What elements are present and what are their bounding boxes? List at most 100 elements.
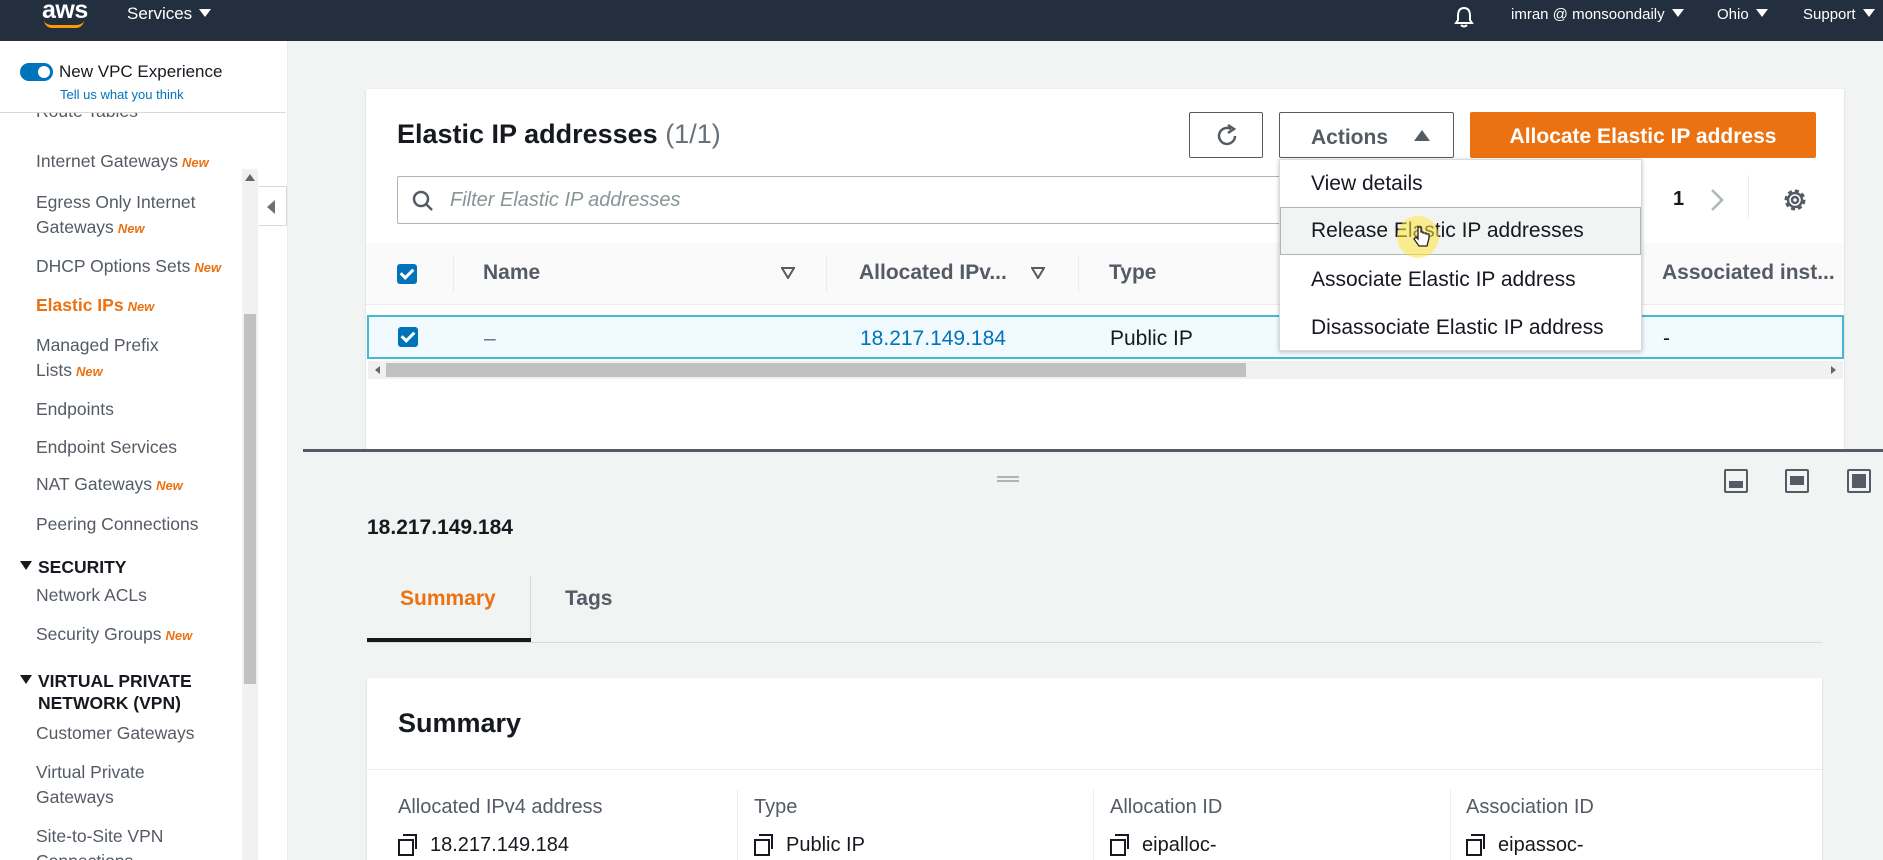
cell-allocated-ip[interactable]: 18.217.149.184 (860, 327, 1006, 351)
allocate-elastic-ip-button[interactable]: Allocate Elastic IP address (1470, 112, 1816, 158)
account-label: imran @ monsoondaily (1511, 6, 1665, 23)
scrollbar-thumb[interactable] (386, 363, 1246, 377)
sidebar-item-site-to-site-vpn[interactable]: Site-to-Site VPN Connections (36, 824, 206, 860)
menu-item-disassociate-elastic-ip[interactable]: Disassociate Elastic IP address (1280, 304, 1641, 352)
field-value-allocation-id: eipalloc- (1110, 834, 1216, 857)
scroll-up-icon[interactable] (245, 174, 255, 181)
caret-up-icon (1414, 130, 1430, 141)
actions-label: Actions (1311, 126, 1389, 149)
services-menu[interactable]: Services (127, 4, 212, 24)
column-header-type[interactable]: Type (1109, 261, 1156, 285)
row-checkbox[interactable] (398, 327, 418, 347)
new-vpc-experience-toggle[interactable] (20, 63, 53, 81)
sidebar-item-label: Egress Only Internet Gateways (36, 192, 196, 237)
field-value-type: Public IP (754, 834, 865, 857)
page-number[interactable]: 1 (1673, 188, 1684, 211)
gear-icon[interactable] (1781, 186, 1809, 214)
sidebar-item-label: Virtual Private Gateways (36, 762, 145, 807)
caret-down-icon (20, 561, 32, 570)
copy-icon[interactable] (754, 834, 774, 856)
column-header-name[interactable]: Name (483, 261, 540, 285)
collapse-sidebar-button[interactable] (259, 186, 287, 226)
value-text: 18.217.149.184 (430, 834, 570, 856)
menu-item-associate-elastic-ip[interactable]: Associate Elastic IP address (1280, 256, 1641, 304)
chevron-down-icon (1755, 9, 1768, 17)
sidebar-item-egress-only-internet-gateways[interactable]: Egress Only Internet Gateways New (36, 190, 242, 241)
chevron-down-icon (1862, 9, 1875, 17)
split-panel-divider[interactable] (303, 449, 1883, 452)
column-divider (1450, 790, 1451, 860)
feedback-link[interactable]: Tell us what you think (60, 87, 184, 102)
sidebar-item-network-acls[interactable]: Network ACLs (36, 583, 242, 608)
copy-icon[interactable] (398, 834, 418, 856)
new-badge: New (127, 299, 155, 314)
sidebar-item-label: Customer Gateways (36, 723, 195, 743)
menu-item-release-elastic-ip[interactable]: Release Elastic IP addresses (1280, 207, 1641, 255)
sidebar-item-customer-gateways[interactable]: Customer Gateways (36, 721, 242, 746)
column-divider (737, 790, 738, 860)
sort-icon[interactable] (1031, 267, 1045, 279)
horizontal-scrollbar[interactable] (368, 361, 1843, 379)
resize-handle-icon[interactable] (997, 476, 1019, 482)
bell-icon[interactable] (1453, 5, 1475, 29)
copy-icon[interactable] (1110, 834, 1130, 856)
vpc-experience-title: New VPC Experience (59, 62, 223, 81)
sidebar-item-elastic-ips[interactable]: Elastic IPs New (36, 293, 242, 319)
sidebar-item-route-tables[interactable]: Route Tables (36, 113, 242, 124)
panel-split-icon[interactable] (1785, 469, 1809, 493)
column-divider (1078, 255, 1079, 293)
tab-tags[interactable]: Tags (565, 587, 612, 611)
filter-search-field[interactable] (397, 176, 1293, 224)
sidebar-item-managed-prefix-lists[interactable]: Managed Prefix Lists New (36, 333, 196, 384)
new-badge: New (75, 364, 103, 379)
sidebar-section-security[interactable]: SECURITY (20, 556, 240, 578)
refresh-button[interactable] (1189, 112, 1263, 158)
sidebar-item-endpoint-services[interactable]: Endpoint Services (36, 435, 242, 460)
new-badge: New (182, 155, 209, 170)
cell-type: Public IP (1110, 327, 1193, 350)
cell-name: – (484, 327, 496, 350)
hand-cursor-icon (1413, 226, 1430, 247)
sidebar-section-vpn[interactable]: VIRTUAL PRIVATE NETWORK (VPN) (20, 670, 235, 714)
region-label: Ohio (1717, 6, 1749, 23)
select-all-checkbox[interactable] (397, 264, 417, 284)
sidebar-item-label: Site-to-Site VPN Connections (36, 826, 164, 860)
sidebar-scrollbar[interactable] (242, 169, 258, 860)
new-badge: New (165, 628, 193, 643)
support-menu[interactable]: Support (1803, 6, 1875, 23)
sidebar-item-security-groups[interactable]: Security Groups New (36, 622, 242, 648)
summary-divider (367, 769, 1822, 770)
new-badge: New (156, 478, 183, 493)
sidebar-item-internet-gateways[interactable]: Internet Gateways New (36, 149, 242, 175)
panel-fullscreen-icon[interactable] (1847, 469, 1871, 493)
column-header-allocated-ip[interactable]: Allocated IPv... (859, 261, 1007, 285)
panel-bottom-icon[interactable] (1724, 469, 1748, 493)
sidebar-item-nat-gateways[interactable]: NAT Gateways New (36, 472, 242, 498)
sidebar-item-label: Endpoints (36, 399, 114, 419)
sidebar: New VPC Experience Tell us what you thin… (0, 41, 288, 860)
region-menu[interactable]: Ohio (1717, 6, 1768, 23)
sidebar-item-label: Internet Gateways (36, 151, 179, 171)
tab-summary[interactable]: Summary (400, 587, 496, 611)
copy-icon[interactable] (1466, 834, 1486, 856)
filter-input[interactable] (450, 185, 1270, 215)
sidebar-item-label: Elastic IPs (36, 295, 124, 315)
actions-button[interactable]: Actions (1279, 112, 1454, 158)
chevron-down-icon (199, 9, 212, 17)
refresh-icon (1217, 123, 1237, 146)
sidebar-item-virtual-private-gateways[interactable]: Virtual Private Gateways (36, 760, 186, 810)
sort-icon[interactable] (781, 267, 795, 279)
scroll-left-icon[interactable] (375, 366, 380, 374)
account-menu[interactable]: imran @ monsoondaily (1511, 6, 1684, 23)
scrollbar-thumb[interactable] (244, 314, 256, 684)
menu-item-view-details[interactable]: View details (1280, 160, 1641, 208)
scroll-right-icon[interactable] (1831, 366, 1836, 374)
sidebar-item-dhcp-options-sets[interactable]: DHCP Options Sets New (36, 254, 242, 280)
field-label-allocated-ip: Allocated IPv4 address (398, 796, 603, 818)
sidebar-item-endpoints[interactable]: Endpoints (36, 397, 242, 422)
sidebar-item-label: Network ACLs (36, 585, 147, 605)
sidebar-item-peering-connections[interactable]: Peering Connections (36, 512, 242, 537)
column-header-associated-instance[interactable]: Associated inst... (1662, 261, 1835, 285)
chevron-right-icon[interactable] (1706, 187, 1728, 213)
chevron-down-icon (1671, 9, 1684, 17)
